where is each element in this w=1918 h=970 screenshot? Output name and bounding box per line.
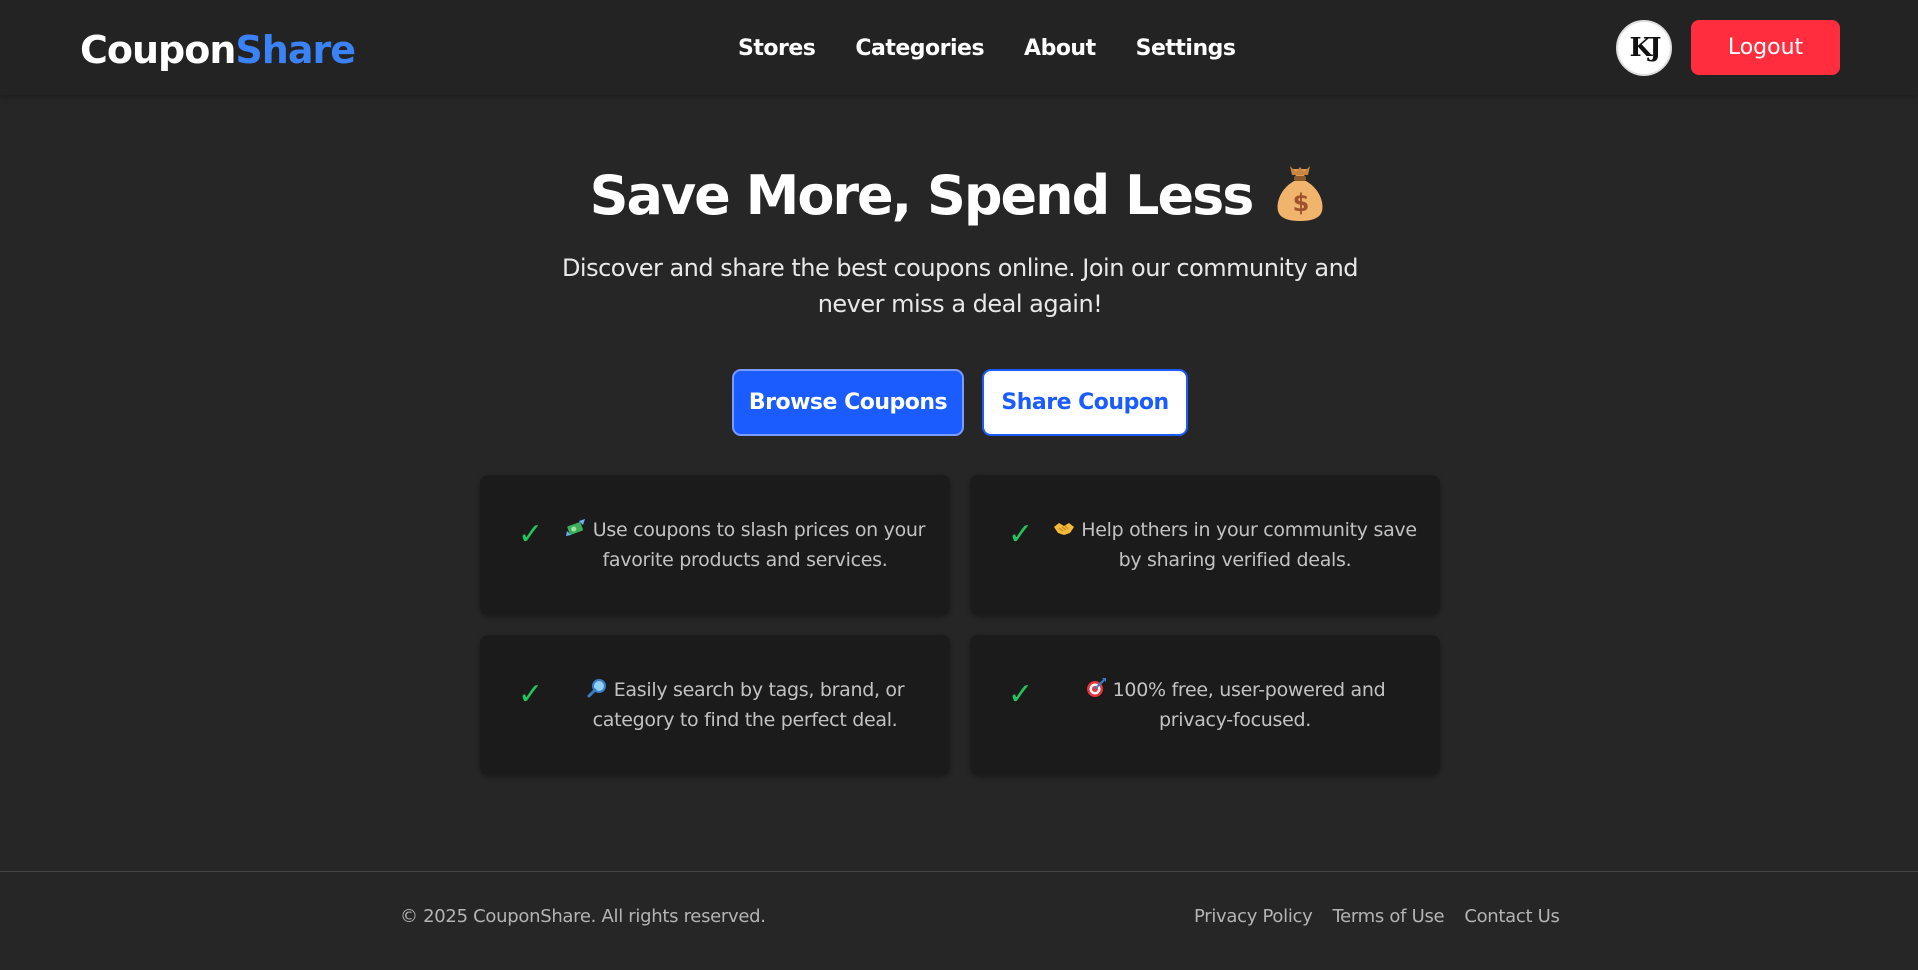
- feature-card: ✓ Easily search by tags, brand, or categ…: [480, 635, 950, 775]
- target-icon: [1085, 677, 1107, 699]
- main-nav: Stores Categories About Settings: [738, 30, 1236, 66]
- feature-text: Use coupons to slash prices on your favo…: [560, 515, 930, 575]
- feature-card: ✓ Use coupons to slash prices on your fa…: [480, 475, 950, 615]
- browse-coupons-button[interactable]: Browse Coupons: [732, 369, 964, 436]
- logout-button[interactable]: Logout: [1691, 20, 1840, 75]
- feature-text-content: Easily search by tags, brand, or categor…: [592, 679, 905, 731]
- feature-text: 100% free, user-powered and privacy-focu…: [1050, 675, 1420, 735]
- handshake-icon: [1053, 517, 1075, 539]
- navbar: CouponShare Stores Categories About Sett…: [0, 0, 1918, 95]
- terms-of-use-link[interactable]: Terms of Use: [1332, 906, 1444, 927]
- avatar-initials: KJ: [1629, 33, 1662, 63]
- nav-link-settings[interactable]: Settings: [1136, 36, 1236, 61]
- footer: © 2025 CouponShare. All rights reserved.…: [0, 871, 1918, 970]
- flying-money-icon: [565, 517, 587, 539]
- feature-card: ✓ Help others in your community save by …: [970, 475, 1440, 615]
- feature-text-content: 100% free, user-powered and privacy-focu…: [1112, 679, 1386, 731]
- site-logo[interactable]: CouponShare: [80, 24, 356, 76]
- check-icon: ✓: [1008, 517, 1034, 552]
- nav-link-categories[interactable]: Categories: [855, 36, 984, 61]
- check-icon: ✓: [518, 517, 544, 552]
- logo-text-coupon: Coupon: [80, 28, 236, 72]
- contact-us-link[interactable]: Contact Us: [1464, 906, 1560, 927]
- feature-text-content: Use coupons to slash prices on your favo…: [592, 519, 926, 571]
- footer-links: Privacy Policy Terms of Use Contact Us: [1194, 906, 1560, 927]
- svg-text:$: $: [1293, 189, 1309, 217]
- check-icon: ✓: [1008, 677, 1034, 712]
- copyright-text: © 2025 CouponShare. All rights reserved.: [400, 906, 766, 927]
- hero-title-text: Save More, Spend Less: [589, 164, 1255, 227]
- nav-link-stores[interactable]: Stores: [738, 36, 816, 61]
- user-avatar[interactable]: KJ: [1616, 20, 1672, 76]
- check-icon: ✓: [518, 677, 544, 712]
- feature-text: Easily search by tags, brand, or categor…: [560, 675, 930, 735]
- hero-title: Save More, Spend Less $: [0, 158, 1918, 234]
- magnifying-glass-icon: [586, 677, 608, 699]
- logo-text-share: Share: [235, 28, 356, 72]
- feature-text-content: Help others in your community save by sh…: [1081, 519, 1417, 571]
- share-coupon-button[interactable]: Share Coupon: [982, 369, 1188, 436]
- nav-link-about[interactable]: About: [1024, 36, 1096, 61]
- privacy-policy-link[interactable]: Privacy Policy: [1194, 906, 1313, 927]
- hero-subtitle: Discover and share the best coupons onli…: [561, 254, 1359, 318]
- feature-text: Help others in your community save by sh…: [1050, 515, 1420, 575]
- feature-card: ✓ 100% free, user-powered and privacy-fo…: [970, 635, 1440, 775]
- money-bag-icon: $: [1272, 163, 1328, 223]
